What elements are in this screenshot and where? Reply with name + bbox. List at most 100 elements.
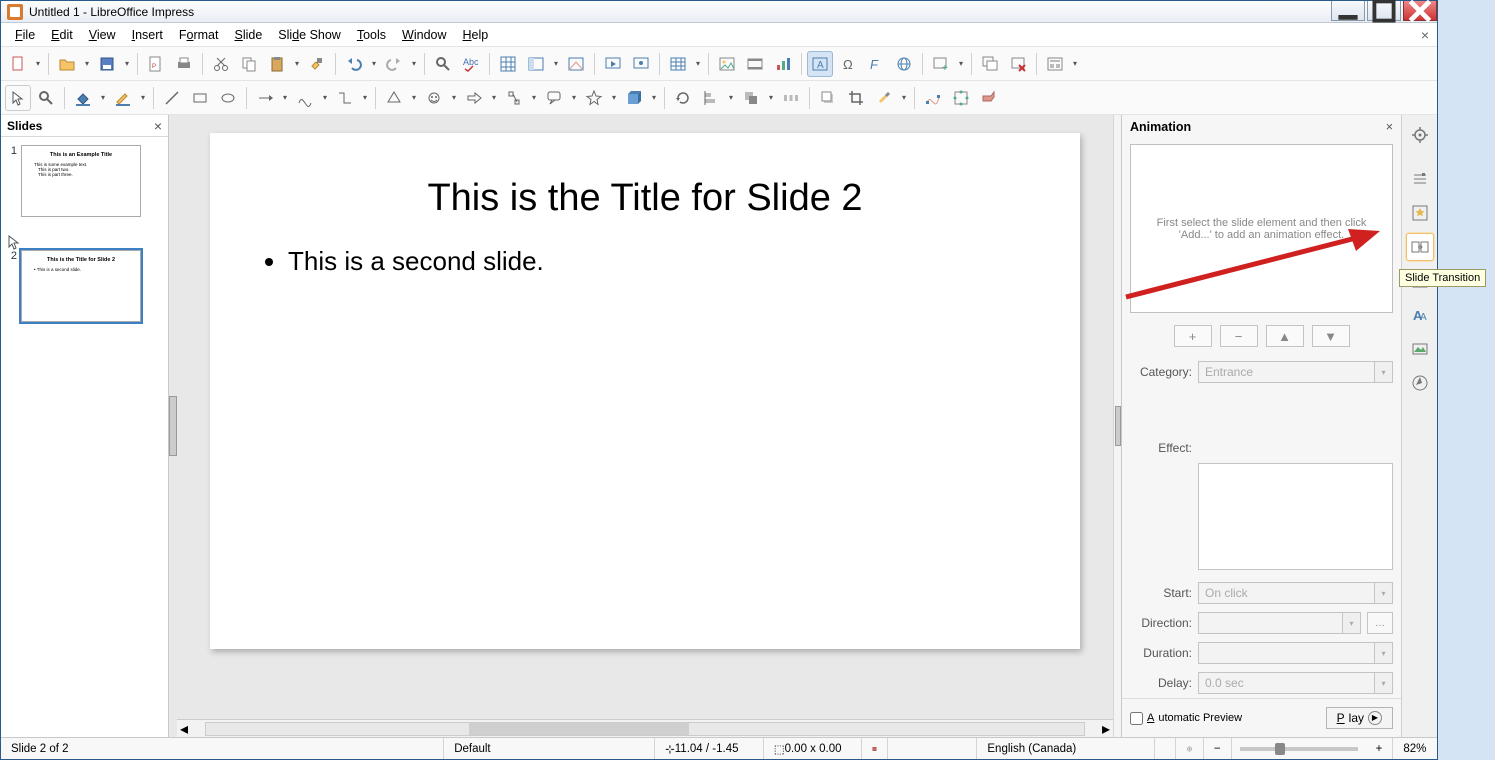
block-arrow-tool[interactable]: [461, 85, 487, 111]
clone-format-button[interactable]: [304, 51, 330, 77]
save-button[interactable]: [94, 51, 120, 77]
duplicate-slide-button[interactable]: [977, 51, 1003, 77]
menu-slide[interactable]: Slide: [226, 25, 270, 45]
start-current-slide-button[interactable]: [628, 51, 654, 77]
slides-panel-close[interactable]: ×: [154, 118, 162, 134]
copy-button[interactable]: [236, 51, 262, 77]
menu-edit[interactable]: Edit: [43, 25, 81, 45]
start-first-slide-button[interactable]: [600, 51, 626, 77]
close-document-button[interactable]: ×: [1421, 27, 1429, 43]
zoom-slider[interactable]: [1240, 747, 1358, 751]
remove-effect-button[interactable]: −: [1220, 325, 1258, 347]
splitter-left[interactable]: [169, 115, 177, 737]
master-slides-tab-icon[interactable]: AA: [1406, 301, 1434, 329]
gluepoints-tool[interactable]: [948, 85, 974, 111]
slide-thumbnail-2[interactable]: This is the Title for Slide 2 • This is …: [21, 250, 141, 322]
insert-fontwork-button[interactable]: F: [863, 51, 889, 77]
export-pdf-button[interactable]: P: [143, 51, 169, 77]
zoom-out-button[interactable]: −: [1204, 738, 1232, 759]
direction-options-button[interactable]: …: [1367, 612, 1393, 634]
zoom-value[interactable]: 82%: [1393, 738, 1437, 759]
find-button[interactable]: [430, 51, 456, 77]
menu-format[interactable]: Format: [171, 25, 227, 45]
paste-button[interactable]: [264, 51, 290, 77]
insert-av-button[interactable]: [742, 51, 768, 77]
rotate-tool[interactable]: [670, 85, 696, 111]
menu-file[interactable]: File: [7, 25, 43, 45]
menu-view[interactable]: View: [81, 25, 124, 45]
flowchart-tool[interactable]: [501, 85, 527, 111]
print-button[interactable]: [171, 51, 197, 77]
ellipse-tool[interactable]: [215, 85, 241, 111]
star-tool[interactable]: [581, 85, 607, 111]
arrow-line-tool[interactable]: [252, 85, 278, 111]
callout-tool[interactable]: [541, 85, 567, 111]
curve-tool[interactable]: [292, 85, 318, 111]
new-button[interactable]: [5, 51, 31, 77]
menu-window[interactable]: Window: [394, 25, 454, 45]
crop-tool[interactable]: [843, 85, 869, 111]
insert-special-char-button[interactable]: Ω: [835, 51, 861, 77]
slide-body-text[interactable]: This is a second slide.: [270, 246, 1020, 277]
zoom-in-button[interactable]: +: [1366, 738, 1394, 759]
menu-insert[interactable]: Insert: [124, 25, 171, 45]
arrange-tool[interactable]: [738, 85, 764, 111]
zoom-tool[interactable]: [33, 85, 59, 111]
slide-transition-tab-icon[interactable]: [1406, 233, 1434, 261]
redo-button[interactable]: [381, 51, 407, 77]
status-language[interactable]: English (Canada): [977, 738, 1154, 759]
add-effect-button[interactable]: +: [1174, 325, 1212, 347]
undo-dropdown[interactable]: ▾: [369, 59, 379, 68]
fill-color-button[interactable]: [70, 85, 96, 111]
master-slide-button[interactable]: [563, 51, 589, 77]
new-dropdown[interactable]: ▾: [33, 59, 43, 68]
play-button[interactable]: Play ▶: [1326, 707, 1393, 729]
category-select[interactable]: Entrance▾: [1198, 361, 1393, 383]
open-button[interactable]: [54, 51, 80, 77]
sidebar-settings-icon[interactable]: [1406, 121, 1434, 149]
duration-field[interactable]: ▾: [1198, 642, 1393, 664]
start-select[interactable]: On click▾: [1198, 582, 1393, 604]
line-color-button[interactable]: [110, 85, 136, 111]
align-tool[interactable]: [698, 85, 724, 111]
insert-hyperlink-button[interactable]: [891, 51, 917, 77]
display-views-button[interactable]: [523, 51, 549, 77]
animation-panel-close[interactable]: ×: [1386, 120, 1393, 134]
effect-list[interactable]: [1198, 463, 1393, 570]
symbol-shapes-tool[interactable]: [421, 85, 447, 111]
paste-dropdown[interactable]: ▾: [292, 59, 302, 68]
menu-tools[interactable]: Tools: [349, 25, 394, 45]
move-up-button[interactable]: ▲: [1266, 325, 1304, 347]
select-tool[interactable]: [5, 85, 31, 111]
close-button[interactable]: [1403, 1, 1437, 21]
filter-tool[interactable]: [871, 85, 897, 111]
slide-canvas[interactable]: This is the Title for Slide 2 This is a …: [210, 133, 1080, 649]
fit-page-icon[interactable]: [1176, 738, 1204, 759]
undo-button[interactable]: [341, 51, 367, 77]
minimize-button[interactable]: [1331, 1, 1365, 21]
direction-select[interactable]: ▾: [1198, 612, 1361, 634]
line-tool[interactable]: [159, 85, 185, 111]
auto-preview-checkbox[interactable]: Automatic Preview: [1130, 712, 1242, 725]
slide-thumbnail-1[interactable]: This is an Example Title This is some ex…: [21, 145, 141, 217]
open-dropdown[interactable]: ▾: [82, 59, 92, 68]
delay-field[interactable]: 0.0 sec▾: [1198, 672, 1393, 694]
maximize-button[interactable]: [1367, 1, 1401, 21]
display-grid-button[interactable]: [495, 51, 521, 77]
slide-layout-button[interactable]: [1042, 51, 1068, 77]
new-slide-button[interactable]: +: [928, 51, 954, 77]
animation-tab-icon[interactable]: [1406, 199, 1434, 227]
menu-help[interactable]: Help: [455, 25, 497, 45]
basic-shapes-tool[interactable]: [381, 85, 407, 111]
distribute-tool[interactable]: [778, 85, 804, 111]
points-tool[interactable]: [920, 85, 946, 111]
navigator-tab-icon[interactable]: [1406, 369, 1434, 397]
slide-title-text[interactable]: This is the Title for Slide 2: [270, 177, 1020, 220]
connector-tool[interactable]: [332, 85, 358, 111]
menu-slideshow[interactable]: Slide Show: [270, 25, 349, 45]
shadow-tool[interactable]: [815, 85, 841, 111]
properties-tab-icon[interactable]: [1406, 165, 1434, 193]
cut-button[interactable]: [208, 51, 234, 77]
move-down-button[interactable]: ▼: [1312, 325, 1350, 347]
delete-slide-button[interactable]: [1005, 51, 1031, 77]
